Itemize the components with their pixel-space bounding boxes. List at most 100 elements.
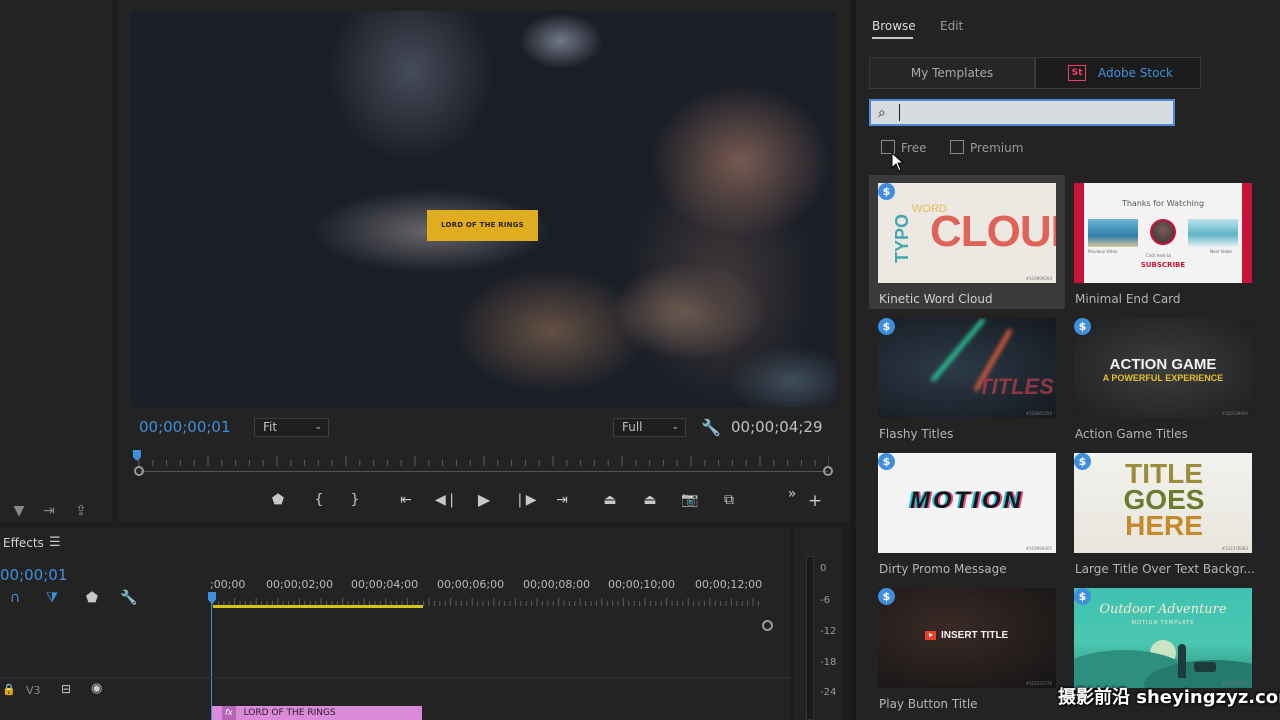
thumb-text: CLOUD [930,207,1056,256]
thumb-id: #320662459 [1025,411,1052,416]
lift-button[interactable]: ⏏ [598,490,622,510]
timeline-playhead[interactable] [211,598,212,720]
eye-icon[interactable]: ◉ [91,681,102,696]
template-card[interactable]: $ MOTION #319699405 Dirty Promo Message [869,445,1065,579]
marker-button[interactable]: ⬟ [270,490,286,510]
work-area-bar[interactable] [213,605,423,608]
thumb-text: Click here to [1146,253,1172,258]
template-name: Kinetic Word Cloud [879,292,993,306]
wrench-icon[interactable]: 🔧 [701,418,721,437]
template-thumbnail: $ TITLE GOES HERE #321576683 [1074,453,1252,553]
play-button[interactable]: ▶ [474,490,494,510]
thumb-text: HERE [1125,510,1203,541]
dollar-icon: $ [1074,588,1091,605]
timeline-timecode[interactable]: 00;00;01 [0,566,67,584]
template-name: Large Title Over Text Backgr... [1075,562,1255,576]
premium-checkbox[interactable] [950,140,964,154]
search-box[interactable]: ⌕ [869,99,1175,126]
scrub-ruler[interactable] [137,455,829,467]
thumb-avatar [1150,219,1176,245]
thumb-text: TYPO [892,213,912,263]
template-card[interactable]: $ TITLES #320662459 Flashy Titles [869,310,1065,444]
video-preview[interactable]: LORD OF THE RINGS [131,11,836,407]
add-button[interactable]: + [806,491,824,511]
timeline-clip[interactable]: fx LORD OF THE RINGS [212,706,422,720]
scrub-start-handle[interactable] [134,466,144,476]
thumb-id: #320539996 [1221,411,1248,416]
more-icon[interactable]: » [783,484,801,504]
panel-tab-effects[interactable]: Effects [3,536,44,550]
title-overlay[interactable]: LORD OF THE RINGS [427,210,538,241]
zoom-dropdown[interactable]: Fit ⌄ [254,418,329,437]
go-to-out-button[interactable]: ⇥ [552,490,572,510]
template-thumbnail: Thanks for Watching Previous Video Click… [1074,183,1252,283]
template-thumbnail: $ ACTION GAME A POWERFUL EXPERIENCE #320… [1074,318,1252,418]
free-checkbox-label[interactable]: Free [901,141,926,155]
dollar-icon: $ [878,453,895,470]
template-card[interactable]: $ ACTION GAME A POWERFUL EXPERIENCE #320… [1065,310,1261,444]
template-card[interactable]: $ TYPO WORD CLOUD #319899204 Kinetic Wor… [869,175,1065,309]
snap-icon[interactable]: ∩ [6,590,24,606]
watermark: 摄影前沿 sheyingzyz.com [1058,687,1280,708]
thumb-text: Next Video [1210,249,1232,254]
timeline-scroll-handle[interactable] [762,620,773,631]
settings-wrench-icon[interactable]: 🔧 [120,590,138,606]
thumb-id: #319899204 [1025,276,1052,281]
current-timecode[interactable]: 00;00;00;01 [139,418,231,436]
insert-icon[interactable]: ⇥ [40,503,58,519]
chevron-down-icon: ⌄ [671,422,679,432]
dollar-icon: $ [878,588,895,605]
resolution-dropdown[interactable]: Full ⌄ [613,418,686,437]
track-label[interactable]: V3 [26,684,41,697]
step-back-button[interactable]: ◀❘ [435,490,458,510]
dollar-icon: $ [878,183,895,200]
menu-icon[interactable]: ☰ [49,535,61,550]
clip-label: LORD OF THE RINGS [243,708,336,718]
template-name: Play Button Title [879,697,978,711]
active-tab-indicator [872,37,913,39]
thumb-id: #321521776 [1025,681,1052,686]
ruler-label: ;00;00 [210,578,246,591]
mark-in-button[interactable]: { [312,490,326,510]
thumb-text: MOTION [910,487,1024,514]
thumb-text: Thanks for Watching [1121,199,1205,208]
comparison-view-button[interactable]: ⧉ [717,490,741,510]
tab-edit[interactable]: Edit [940,19,963,33]
template-card[interactable]: $ INSERT TITLE #321521776 Play Button Ti… [869,580,1065,714]
thumb-text: TITLES [978,374,1054,399]
thumb-image [1188,219,1238,247]
meter-label: 0 [820,563,827,574]
template-card[interactable]: Thanks for Watching Previous Video Click… [1065,175,1261,309]
step-forward-button[interactable]: ❘▶ [514,490,537,510]
tab-browse[interactable]: Browse [872,19,916,33]
scrub-track[interactable] [140,471,828,472]
premium-checkbox-label[interactable]: Premium [970,141,1023,155]
thumb-text: INSERT TITLE [941,630,1009,641]
thumb-id: #321576683 [1221,546,1248,551]
audio-meter-bar [806,556,814,720]
lock-icon[interactable]: 🔒 [2,683,16,696]
template-card[interactable]: $ TITLE GOES HERE #321576683 Large Title… [1065,445,1261,579]
my-templates-button[interactable]: My Templates [869,57,1035,89]
ruler-label: 00;00;04;00 [351,578,419,591]
linked-selection-icon[interactable]: ⧩ [43,590,61,606]
thumb-text: ACTION GAME [1109,356,1217,373]
extract-button[interactable]: ⏏ [638,490,662,510]
dollar-icon: $ [1074,318,1091,335]
search-icon: ⌕ [878,105,886,121]
search-input[interactable] [899,104,1159,121]
adobe-stock-button[interactable]: St Adobe Stock [1035,57,1201,89]
thumb-dog [1194,662,1216,672]
meter-label: -18 [820,657,837,668]
template-thumbnail: $ MOTION #319699405 [878,453,1056,553]
add-marker-icon[interactable]: ⬟ [83,590,101,606]
ruler-label: 00;00;02;00 [266,578,334,591]
mark-out-button[interactable]: } [348,490,362,510]
export-icon[interactable]: ⇪ [72,503,90,519]
go-to-in-button[interactable]: ⇤ [396,490,416,510]
filter-icon[interactable]: ▼ [10,503,28,519]
left-panel [0,0,112,522]
camera-icon[interactable]: 📷 [680,490,700,510]
sync-lock-icon[interactable]: ⊟ [61,682,71,696]
scrub-end-handle[interactable] [823,466,833,476]
